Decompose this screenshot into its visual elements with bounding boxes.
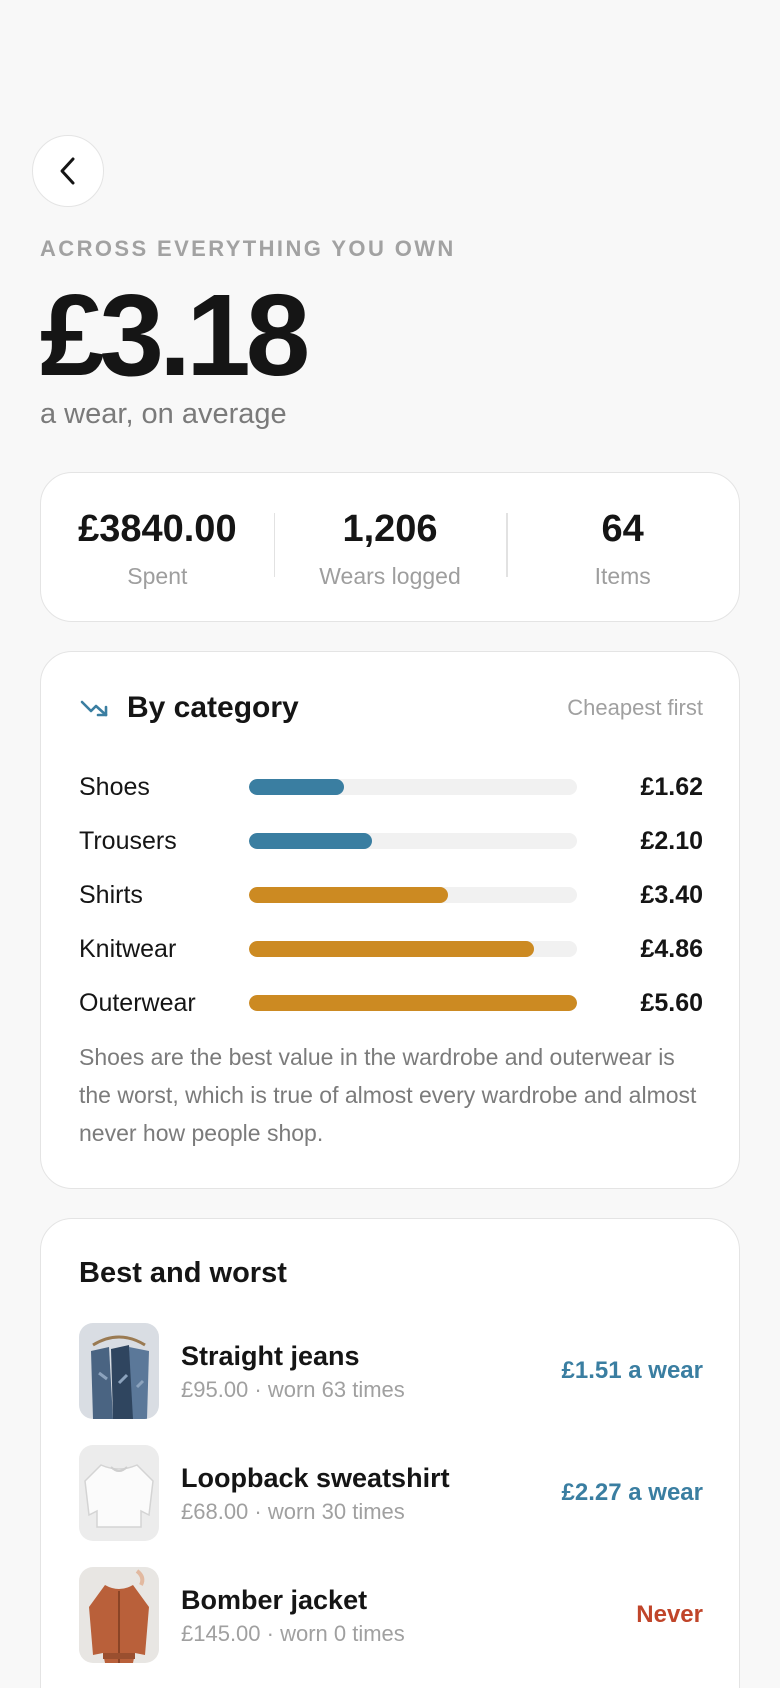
wardrobe-item[interactable]: Straight jeans £95.00 · worn 63 times £1… xyxy=(79,1323,703,1419)
category-label: Knitwear xyxy=(79,934,177,963)
category-header: By category Cheapest first xyxy=(79,688,703,728)
best-worst-title: Best and worst xyxy=(79,1257,287,1289)
jacket-thumbnail xyxy=(79,1567,159,1663)
cost-bar-fill xyxy=(249,941,534,957)
average-caption: a wear, on average xyxy=(40,398,287,430)
category-value: £5.60 xyxy=(640,988,703,1017)
sort-toggle[interactable]: Cheapest first xyxy=(567,695,703,721)
stat-items: 64 Items xyxy=(506,505,739,590)
category-label: Shoes xyxy=(79,772,150,801)
item-cost-per-wear: Never xyxy=(636,1601,703,1628)
category-title: By category xyxy=(127,691,299,724)
category-note: Shoes are the best value in the wardrobe… xyxy=(79,1044,697,1146)
stat-value: £3840.00 xyxy=(78,507,237,550)
best-worst-card: Best and worst Straight jeans £95.00 · w… xyxy=(40,1218,740,1688)
cost-bar-track xyxy=(249,995,577,1011)
stat-label: Spent xyxy=(127,562,188,589)
wardrobe-item[interactable]: Loopback sweatshirt £68.00 · worn 30 tim… xyxy=(79,1445,703,1541)
item-cost-per-wear: £1.51 a wear xyxy=(561,1357,703,1384)
eyebrow-label: ACROSS EVERYTHING YOU OWN xyxy=(40,236,456,261)
item-cost-per-wear: £2.27 a wear xyxy=(561,1479,703,1506)
category-value: £3.40 xyxy=(640,880,703,909)
average-cost-per-wear: £3.18 xyxy=(40,270,310,400)
chevron-left-icon xyxy=(60,157,75,185)
stat-wears: 1,206 Wears logged xyxy=(273,505,507,590)
cost-bar-fill xyxy=(249,833,372,849)
stats-card: £3840.00 Spent 1,206 Wears logged 64 Ite… xyxy=(40,472,740,622)
stat-value: 1,206 xyxy=(342,507,438,550)
item-name: Loopback sweatshirt xyxy=(181,1463,450,1493)
item-meta: £68.00 · worn 30 times xyxy=(181,1499,405,1524)
stat-spent: £3840.00 Spent xyxy=(41,505,274,590)
sweatshirt-thumbnail xyxy=(79,1445,159,1541)
category-label: Trousers xyxy=(79,826,177,855)
category-row: Knitwear £4.86 xyxy=(79,922,703,976)
category-row: Shirts £3.40 xyxy=(79,868,703,922)
stat-value: 64 xyxy=(601,507,644,550)
item-name: Bomber jacket xyxy=(181,1585,368,1615)
item-meta: £145.00 · worn 0 times xyxy=(181,1621,405,1646)
category-row: Trousers £2.10 xyxy=(79,814,703,868)
stat-label: Items xyxy=(594,562,651,589)
category-row: Shoes £1.62 xyxy=(79,760,703,814)
category-row: Outerwear £5.60 xyxy=(79,976,703,1030)
category-label: Outerwear xyxy=(79,988,196,1017)
cost-bar-fill xyxy=(249,779,345,795)
category-card: By category Cheapest first Shoes £1.62 T… xyxy=(40,651,740,1189)
category-label: Shirts xyxy=(79,880,143,909)
category-value: £4.86 xyxy=(640,934,703,963)
cost-bar-track xyxy=(249,941,577,957)
cost-bar-fill xyxy=(249,995,577,1011)
cost-bar-track xyxy=(249,887,577,903)
category-value: £1.62 xyxy=(640,772,703,801)
back-button[interactable] xyxy=(32,135,104,207)
stat-label: Wears logged xyxy=(319,562,461,589)
category-rows: Shoes £1.62 Trousers £2.10 Shirts £3.40 … xyxy=(79,760,703,1030)
item-name: Straight jeans xyxy=(181,1341,360,1371)
trending-down-icon xyxy=(80,700,108,717)
jeans-thumbnail xyxy=(79,1323,159,1419)
category-value: £2.10 xyxy=(640,826,703,855)
cost-bar-track xyxy=(249,833,577,849)
item-meta: £95.00 · worn 63 times xyxy=(181,1377,405,1402)
cost-bar-track xyxy=(249,779,577,795)
cost-bar-fill xyxy=(249,887,449,903)
wardrobe-item[interactable]: Bomber jacket £145.00 · worn 0 times Nev… xyxy=(79,1567,703,1663)
